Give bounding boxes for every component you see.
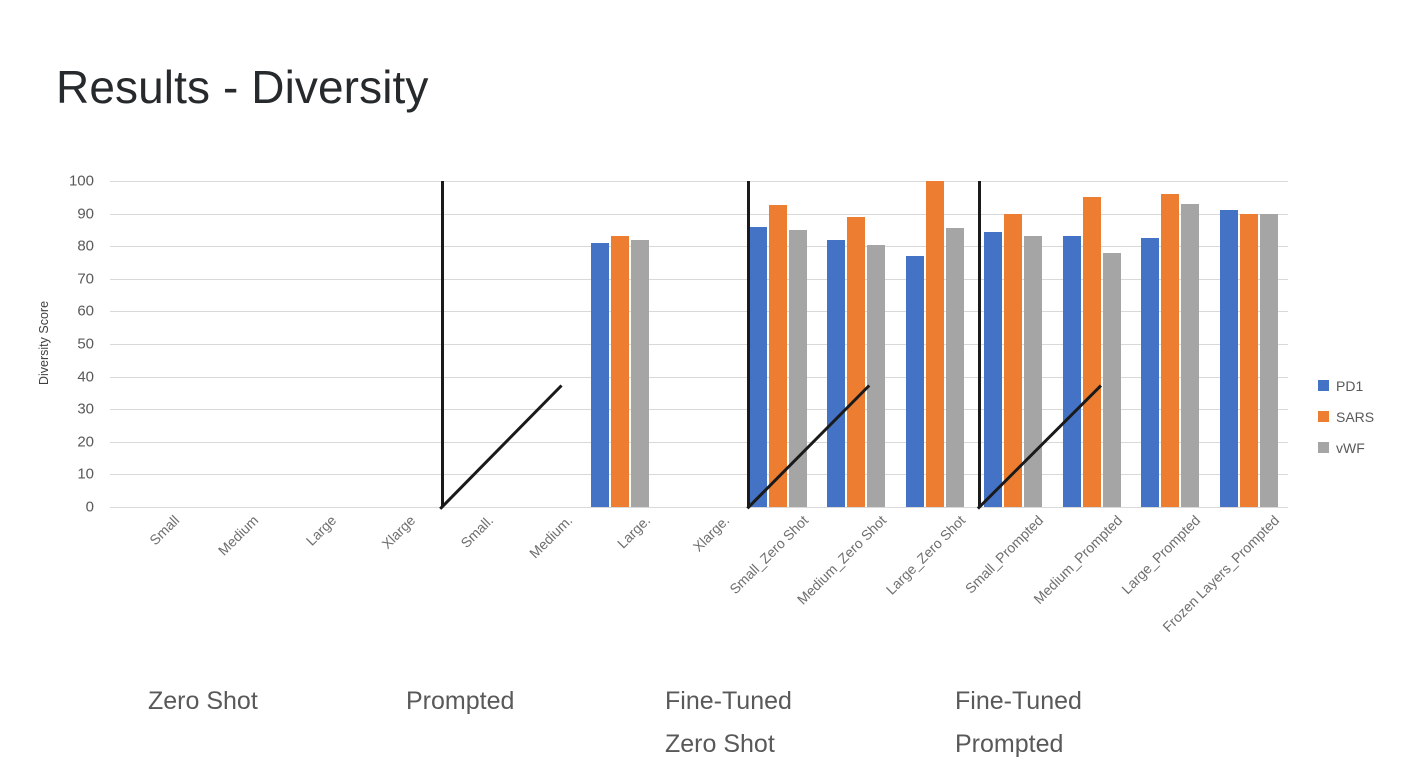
legend-swatch-icon: [1318, 380, 1329, 391]
x-tick-label: Large.: [614, 512, 654, 552]
bar-vwf-13: [1181, 203, 1200, 507]
legend-item-vwf[interactable]: vWF: [1318, 432, 1374, 463]
bar-vwf-12: [1102, 252, 1121, 507]
diversity-bar-chart: Diversity Score 0 10 20 30 40 50 60 70 80 90 100 S…: [0, 0, 1418, 765]
legend-item-pd1[interactable]: PD1: [1318, 370, 1374, 401]
legend-swatch-icon: [1318, 442, 1329, 453]
y-tick-70: 70: [77, 270, 94, 288]
group-label-2: Prompted: [406, 687, 515, 715]
separator-vertical-2: [747, 181, 750, 507]
gridline-90: [110, 213, 1288, 215]
y-tick-40: 40: [77, 368, 94, 386]
bar-pd1-11: [984, 231, 1003, 507]
bar-vwf-6: [631, 239, 650, 507]
bar-vwf-9: [867, 244, 886, 507]
x-tick-label: Medium.: [525, 512, 576, 562]
bar-sars-8: [768, 205, 787, 507]
bar-pd1-10: [905, 255, 924, 507]
y-axis-title: Diversity Score: [37, 300, 51, 386]
x-tick-label: Large_Zero Shot: [882, 512, 968, 598]
bar-pd1-12: [1062, 236, 1081, 507]
bar-pd1-13: [1141, 238, 1160, 507]
slide-canvas: Results - Diversity Diversity Score 0 10 2…: [0, 0, 1418, 765]
bar-sars-9: [847, 216, 866, 507]
x-tick-label: Xlarge.: [689, 512, 733, 555]
y-tick-20: 20: [77, 433, 94, 451]
bar-sars-12: [1082, 197, 1101, 507]
x-tick-label: Small_Prompted: [961, 512, 1047, 597]
plot-area: [110, 181, 1288, 508]
x-tick-label: Xlarge: [378, 512, 419, 552]
bar-pd1-6: [591, 242, 610, 507]
x-tick-label: Medium: [214, 512, 262, 559]
x-tick-label: Small: [146, 512, 183, 549]
y-tick-50: 50: [77, 335, 94, 353]
group-label-4: Fine-Tuned Prompted: [955, 687, 1082, 758]
bar-sars-6: [611, 236, 630, 507]
gridline-0: [110, 507, 1288, 508]
separator-vertical-3: [978, 181, 981, 507]
gridline-100: [110, 181, 1288, 182]
group-label-3: Fine-Tuned Zero Shot: [665, 687, 792, 758]
y-tick-30: 30: [77, 400, 94, 418]
bar-sars-10: [925, 181, 944, 507]
y-tick-100: 100: [68, 172, 94, 190]
bar-pd1-9: [827, 239, 846, 507]
chart-legend: PD1 SARS vWF: [1318, 370, 1374, 463]
x-tick-label: Small_Zero Shot: [725, 512, 811, 598]
bar-vwf-10: [945, 228, 964, 507]
bar-vwf-11: [1024, 236, 1043, 507]
legend-item-sars[interactable]: SARS: [1318, 401, 1374, 432]
x-tick-label: Small.: [457, 512, 497, 551]
bar-sars-14: [1239, 213, 1258, 507]
bar-pd1-8: [748, 226, 767, 507]
legend-label: vWF: [1336, 439, 1365, 456]
bar-sars-13: [1161, 194, 1180, 507]
legend-label: PD1: [1336, 377, 1364, 394]
x-tick-label: Medium_Prompted: [1030, 512, 1125, 607]
x-tick-label: Large: [303, 512, 340, 549]
y-tick-80: 80: [77, 237, 94, 255]
bar-pd1-14: [1219, 210, 1238, 507]
x-tick-label: Large_Prompted: [1118, 512, 1204, 598]
y-tick-10: 10: [77, 465, 94, 483]
group-label-1: Zero Shot: [148, 687, 258, 715]
y-tick-60: 60: [77, 302, 94, 320]
y-tick-90: 90: [77, 205, 94, 223]
gridline-80: [110, 246, 1288, 248]
bar-vwf-14: [1259, 213, 1278, 507]
legend-label: SARS: [1336, 408, 1375, 425]
legend-swatch-icon: [1318, 411, 1329, 422]
y-tick-0: 0: [85, 498, 94, 516]
separator-vertical-1: [441, 181, 444, 507]
